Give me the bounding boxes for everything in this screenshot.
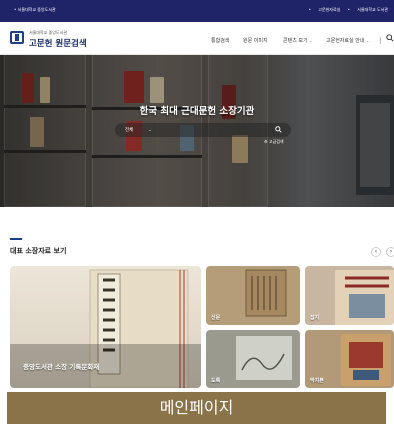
card-label: 도록 xyxy=(211,378,221,384)
nav-label: 원문 이미지 xyxy=(243,38,268,44)
nav-label: 통합검색 xyxy=(211,38,230,44)
card-label: 신문 xyxy=(211,315,221,321)
prev-button[interactable]: ‹ xyxy=(371,247,381,257)
utility-link-2-label: 서울대학교 도서관 xyxy=(357,7,388,12)
site-header: 서울대학교 중앙도서관 고문헌 원문검색 통합검색 원문 이미지 콘텐츠 보기 … xyxy=(0,22,394,55)
next-button[interactable]: › xyxy=(386,247,394,257)
section-title: 대표 소장자료 보기 xyxy=(10,247,67,255)
utility-link-1-label: 고문헌자료실 xyxy=(318,7,341,12)
utility-link-2[interactable]: • 서울대학교 도서관 xyxy=(348,7,388,12)
search-icon[interactable] xyxy=(386,34,394,44)
nav-item-contents[interactable]: 콘텐츠 보기 ⌄ xyxy=(283,37,313,44)
utility-link-1[interactable]: • 고문헌자료실 xyxy=(309,7,341,12)
chevron-down-icon: ⌄ xyxy=(309,38,313,43)
card-label: 잡지 xyxy=(310,315,320,321)
advanced-search-link[interactable]: ⚙ 고급검색 xyxy=(264,139,284,145)
search-icon[interactable] xyxy=(275,126,282,135)
chevron-down-icon: ⌄ xyxy=(148,127,152,132)
featured-card[interactable]: 중앙도서관 소장 기록문화재 xyxy=(10,266,201,388)
nav-item-original-images[interactable]: 원문 이미지 xyxy=(243,37,268,44)
utility-right-links: • 고문헌자료실 • 서울대학교 도서관 xyxy=(303,7,388,13)
section-accent-bar xyxy=(10,238,22,240)
hero-title: 한국 최대 근대문헌 소장기관 xyxy=(139,106,255,117)
card-label: 딱지본 xyxy=(310,378,324,384)
nav-item-integrated-search[interactable]: 통합검색 xyxy=(211,37,229,44)
logo-subtitle: 서울대학교 중앙도서관 xyxy=(29,30,68,35)
logo-title[interactable]: 고문헌 원문검색 xyxy=(29,37,87,49)
nav-label: 콘텐츠 보기 xyxy=(283,38,308,44)
chevron-right-icon: › xyxy=(389,248,393,255)
featured-card-label: 중앙도서관 소장 기록문화재 xyxy=(23,363,100,371)
category-card-magazine[interactable]: 잡지 xyxy=(305,266,394,325)
chevron-down-icon: ⌄ xyxy=(365,38,370,43)
utility-bar: • 서울대학교 중앙도서관 • 고문헌자료실 • 서울대학교 도서관 xyxy=(0,0,394,22)
nav-item-reading-room-guide[interactable]: 고문헌자료실 안내 ⌄ xyxy=(326,37,369,44)
search-scope-select[interactable]: 전체 ⌄ xyxy=(125,127,152,133)
search-scope-label: 전체 xyxy=(125,128,134,133)
utility-left-label: 서울대학교 중앙도서관 xyxy=(17,7,56,12)
category-card-newspaper[interactable]: 신문 xyxy=(206,266,300,325)
category-card-ddakjibon[interactable]: 딱지본 xyxy=(305,330,394,388)
utility-left-link[interactable]: • 서울대학교 중앙도서관 xyxy=(14,7,56,13)
category-card-catalog[interactable]: 도록 xyxy=(206,330,300,388)
hero-search-bar[interactable]: 전체 ⌄ xyxy=(115,123,291,137)
library-logo-icon[interactable] xyxy=(10,31,24,44)
nav-label: 고문헌자료실 안내 xyxy=(326,38,365,44)
divider xyxy=(380,37,381,44)
advanced-search-label: 고급검색 xyxy=(268,139,284,144)
caption-banner: 메인페이지 xyxy=(7,392,386,424)
chevron-left-icon: ‹ xyxy=(374,248,378,255)
